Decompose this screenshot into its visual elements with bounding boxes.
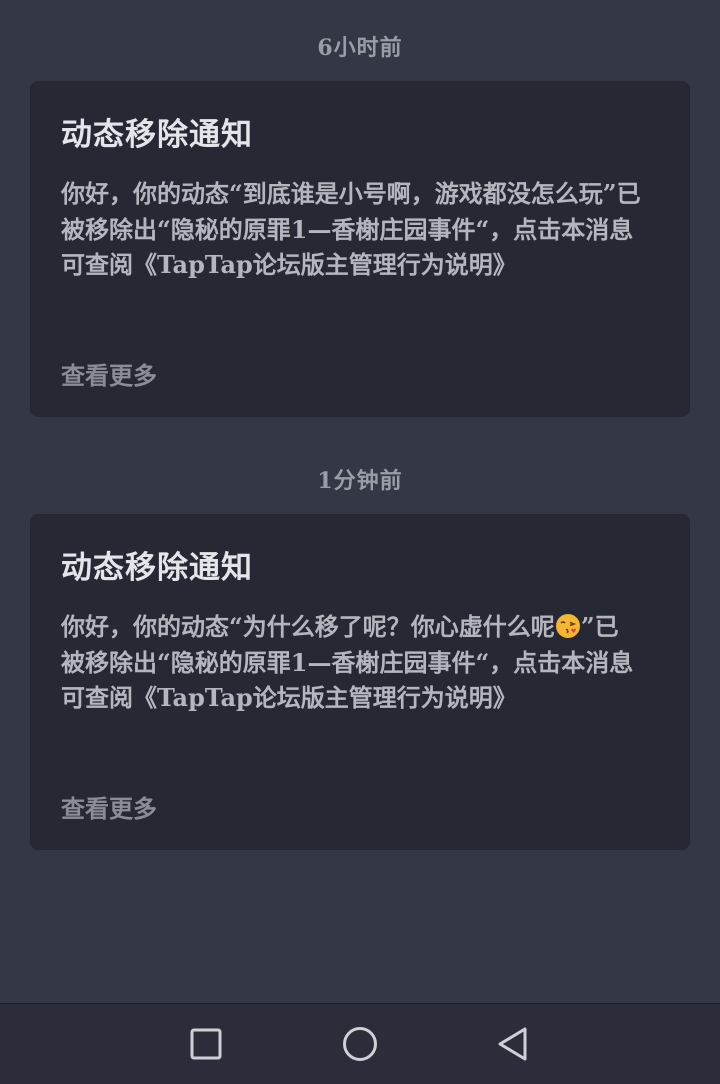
home-button[interactable] (338, 1022, 382, 1066)
notification-title: 动态移除通知 (61, 550, 253, 586)
notification-body-text: 你好，你的动态“为什么移了呢？你心虚什么呢 (61, 612, 555, 641)
system-navigation-bar (0, 1003, 720, 1084)
notification-body: 你好，你的动态“为什么移了呢？你心虚什么呢 ”已被移除出“隐秘的原罪1—香榭庄园… (61, 609, 641, 716)
notification-body: 你好，你的动态“到底谁是小号啊，游戏都没怎么玩”已被移除出“隐秘的原罪1—香榭庄… (61, 176, 641, 283)
view-more-link[interactable]: 查看更多 (61, 356, 157, 391)
triangle-back-icon (498, 1027, 527, 1061)
circle-icon (343, 1027, 377, 1061)
notification-card[interactable]: 动态移除通知 你好，你的动态“到底谁是小号啊，游戏都没怎么玩”已被移除出“隐秘的… (30, 81, 690, 417)
square-icon (190, 1028, 222, 1060)
back-button[interactable] (491, 1022, 535, 1066)
timestamp: 1分钟前 (317, 468, 403, 494)
notification-card[interactable]: 动态移除通知 你好，你的动态“为什么移了呢？你心虚什么呢 ”已被移除出“隐秘的原… (30, 514, 690, 850)
notification-body-text: 你好，你的动态“到底谁是小号啊，游戏都没怎么玩”已被移除出“隐秘的原罪1—香榭庄… (61, 179, 641, 279)
timestamp: 6小时前 (317, 35, 403, 61)
kissing-face-with-heart-emoji (555, 614, 580, 638)
view-more-link[interactable]: 查看更多 (61, 789, 157, 824)
recent-apps-button[interactable] (184, 1022, 228, 1066)
notification-title: 动态移除通知 (61, 117, 253, 153)
